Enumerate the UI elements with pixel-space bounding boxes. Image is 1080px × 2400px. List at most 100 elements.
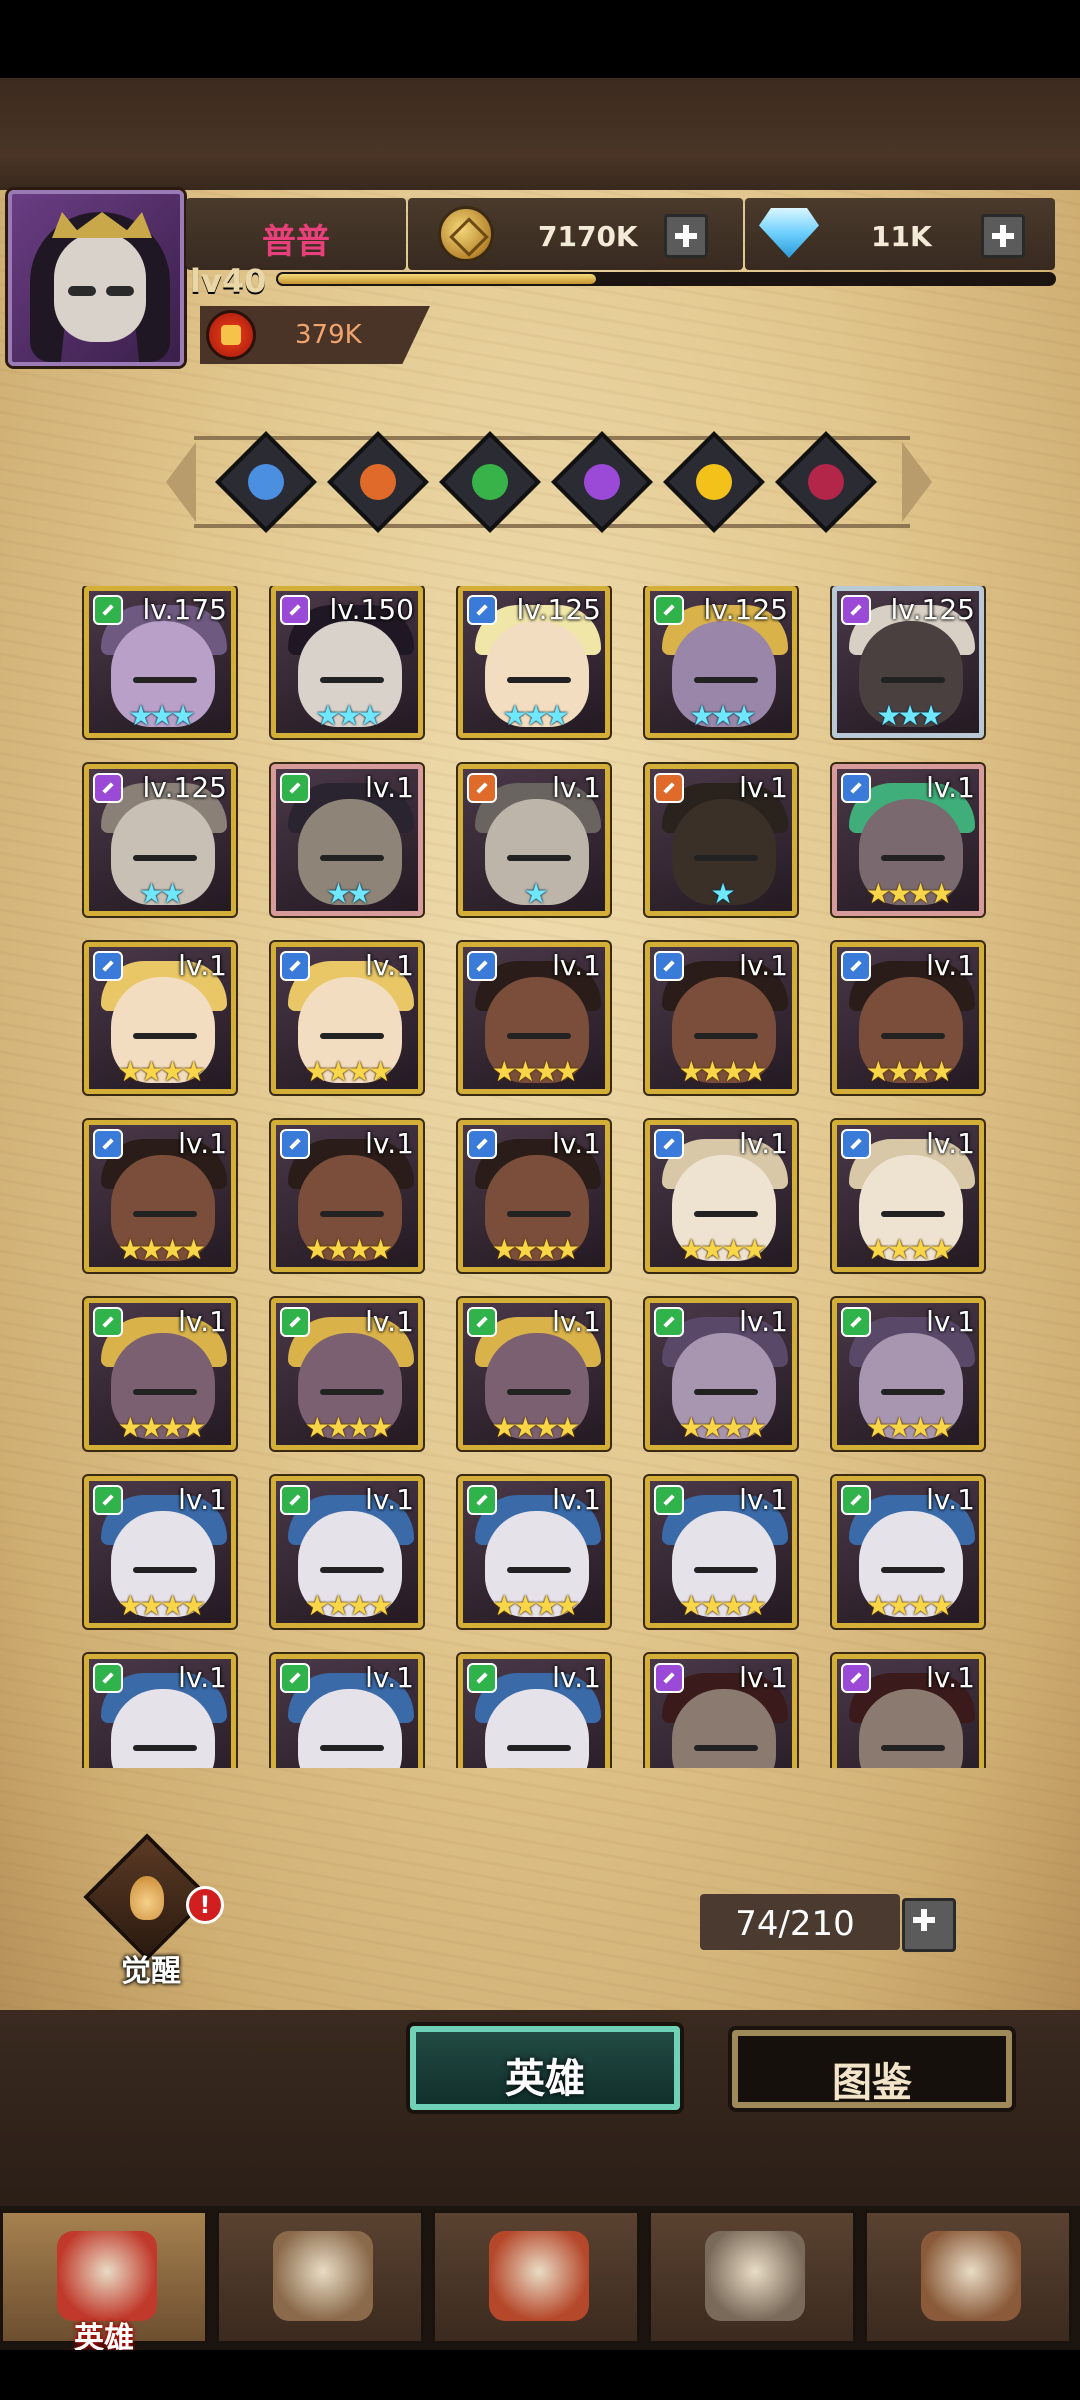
hero-level: lv.1 — [365, 949, 414, 982]
hero-card[interactable]: lv.1 — [271, 1654, 423, 1768]
hero-card[interactable]: lv.1 ★★★★ — [645, 1120, 797, 1272]
hero-card[interactable]: lv.1 ★★★★ — [832, 942, 984, 1094]
hero-card[interactable]: lv.125 ★★★ — [458, 586, 610, 738]
hero-card[interactable]: lv.175 ★★★ — [84, 586, 236, 738]
hero-card[interactable]: lv.1 ★★★★ — [832, 764, 984, 916]
hero-stars: ★★★★ — [678, 1411, 767, 1444]
dark-faction-icon[interactable] — [775, 431, 877, 533]
tab-codex[interactable]: 图鉴 — [732, 2030, 1012, 2108]
hero-eyes — [133, 1033, 197, 1039]
hero-level: lv.1 — [365, 1483, 414, 1516]
hero-card[interactable]: lv.125 ★★★ — [832, 586, 984, 738]
crossed-swords-icon — [489, 2231, 589, 2321]
flame-icon — [130, 1876, 164, 1920]
hero-eyes — [694, 1745, 758, 1751]
player-avatar[interactable] — [8, 190, 184, 366]
hero-eyes — [320, 677, 384, 683]
hero-level: lv.1 — [178, 1305, 227, 1338]
hero-card[interactable]: lv.1 ★★★★ — [645, 1298, 797, 1450]
hero-card[interactable]: lv.1 ★★★★ — [271, 1476, 423, 1628]
light-faction-icon[interactable] — [663, 431, 765, 533]
hero-card[interactable]: lv.1 ★★★★ — [832, 1298, 984, 1450]
gold-value: 7170K — [538, 220, 638, 253]
hero-card[interactable]: lv.150 ★★★ — [271, 586, 423, 738]
filter-left-arrow-icon[interactable] — [166, 442, 196, 522]
hero-eyes — [320, 1211, 384, 1217]
hero-eyes — [507, 1033, 571, 1039]
hero-count-value: 74/210 — [735, 1904, 855, 1944]
nav-tab-castle-tower[interactable] — [648, 2210, 856, 2344]
hero-card[interactable]: lv.1 ★★★★ — [458, 1298, 610, 1450]
hero-card[interactable]: lv.1 ★★★★ — [458, 1120, 610, 1272]
hero-stars: ★★★★ — [865, 1589, 954, 1622]
xp-bar-fill — [278, 274, 596, 284]
faction-emblem — [696, 464, 732, 500]
tab-heroes[interactable]: 英雄 — [410, 2026, 680, 2110]
class-icon — [654, 595, 684, 625]
class-icon — [841, 1129, 871, 1159]
filter-right-arrow-icon[interactable] — [902, 442, 932, 522]
hero-card[interactable]: lv.1 ★★★★ — [84, 1476, 236, 1628]
hero-card[interactable]: lv.1 ★★★★ — [832, 1120, 984, 1272]
nav-tab-knight-helmet[interactable]: 英雄 — [0, 2210, 208, 2356]
hero-stars: ★★★★ — [865, 1055, 954, 1088]
hero-card[interactable]: lv.1 ★★★★ — [84, 1120, 236, 1272]
hero-card[interactable]: lv.1 ★★★★ — [271, 1298, 423, 1450]
hero-level: lv.1 — [739, 1127, 788, 1160]
nav-tab-crossed-swords[interactable] — [432, 2210, 640, 2344]
hero-card[interactable]: lv.1 — [84, 1654, 236, 1768]
class-icon — [654, 951, 684, 981]
hero-eyes — [133, 1745, 197, 1751]
hero-level: lv.1 — [178, 1483, 227, 1516]
hero-level: lv.1 — [926, 1305, 975, 1338]
hero-card[interactable]: lv.1 ★★ — [271, 764, 423, 916]
hero-level: lv.150 — [329, 593, 414, 626]
class-icon — [93, 1129, 123, 1159]
hero-card[interactable]: lv.1 ★ — [458, 764, 610, 916]
hero-eyes — [881, 1389, 945, 1395]
hero-card[interactable]: lv.1 — [832, 1654, 984, 1768]
hero-card[interactable]: lv.1 ★★★★ — [645, 942, 797, 1094]
hero-eyes — [694, 1033, 758, 1039]
hero-card[interactable]: lv.1 ★★★★ — [832, 1476, 984, 1628]
nav-tab-wheel-flag[interactable] — [216, 2210, 424, 2344]
class-icon — [93, 951, 123, 981]
fire-faction-icon[interactable] — [327, 431, 429, 533]
hero-card[interactable]: lv.1 ★★★★ — [645, 1476, 797, 1628]
hero-level: lv.1 — [365, 1661, 414, 1694]
class-icon — [280, 1307, 310, 1337]
alert-badge: ! — [186, 1886, 224, 1924]
hero-level: lv.1 — [926, 771, 975, 804]
hero-eyes — [694, 1211, 758, 1217]
hero-level: lv.1 — [552, 1305, 601, 1338]
hero-card[interactable]: lv.1 ★★★★ — [458, 942, 610, 1094]
hero-card[interactable]: lv.1 ★★★★ — [84, 1298, 236, 1450]
hero-card[interactable]: lv.1 ★ — [645, 764, 797, 916]
hero-card[interactable]: lv.1 ★★★★ — [84, 942, 236, 1094]
class-icon — [841, 773, 871, 803]
hero-card[interactable]: lv.1 — [458, 1654, 610, 1768]
gold-coin-icon — [438, 206, 494, 262]
arcane-faction-icon[interactable] — [551, 431, 653, 533]
nature-faction-icon[interactable] — [439, 431, 541, 533]
player-name-plate: 普普 — [186, 198, 406, 270]
hero-stars: ★★★★ — [117, 1411, 206, 1444]
expand-slots-button[interactable] — [902, 1898, 956, 1952]
hero-stars: ★★★ — [502, 699, 569, 732]
nav-tab-handshake-crest[interactable] — [864, 2210, 1072, 2344]
hero-card[interactable]: lv.1 ★★★★ — [458, 1476, 610, 1628]
hero-card[interactable]: lv.125 ★★ — [84, 764, 236, 916]
hero-card[interactable]: lv.1 ★★★★ — [271, 942, 423, 1094]
hero-level: lv.1 — [926, 949, 975, 982]
add-gems-button[interactable] — [981, 214, 1025, 258]
hero-card[interactable]: lv.125 ★★★ — [645, 586, 797, 738]
hero-card[interactable]: lv.1 — [645, 1654, 797, 1768]
water-faction-icon[interactable] — [215, 431, 317, 533]
hero-eyes — [881, 1567, 945, 1573]
class-icon — [841, 1663, 871, 1693]
class-icon — [654, 1663, 684, 1693]
awaken-button[interactable]: ! 觉醒 — [83, 1833, 224, 1996]
hero-stars: ★★★★ — [678, 1055, 767, 1088]
hero-card[interactable]: lv.1 ★★★★ — [271, 1120, 423, 1272]
add-gold-button[interactable] — [664, 214, 708, 258]
